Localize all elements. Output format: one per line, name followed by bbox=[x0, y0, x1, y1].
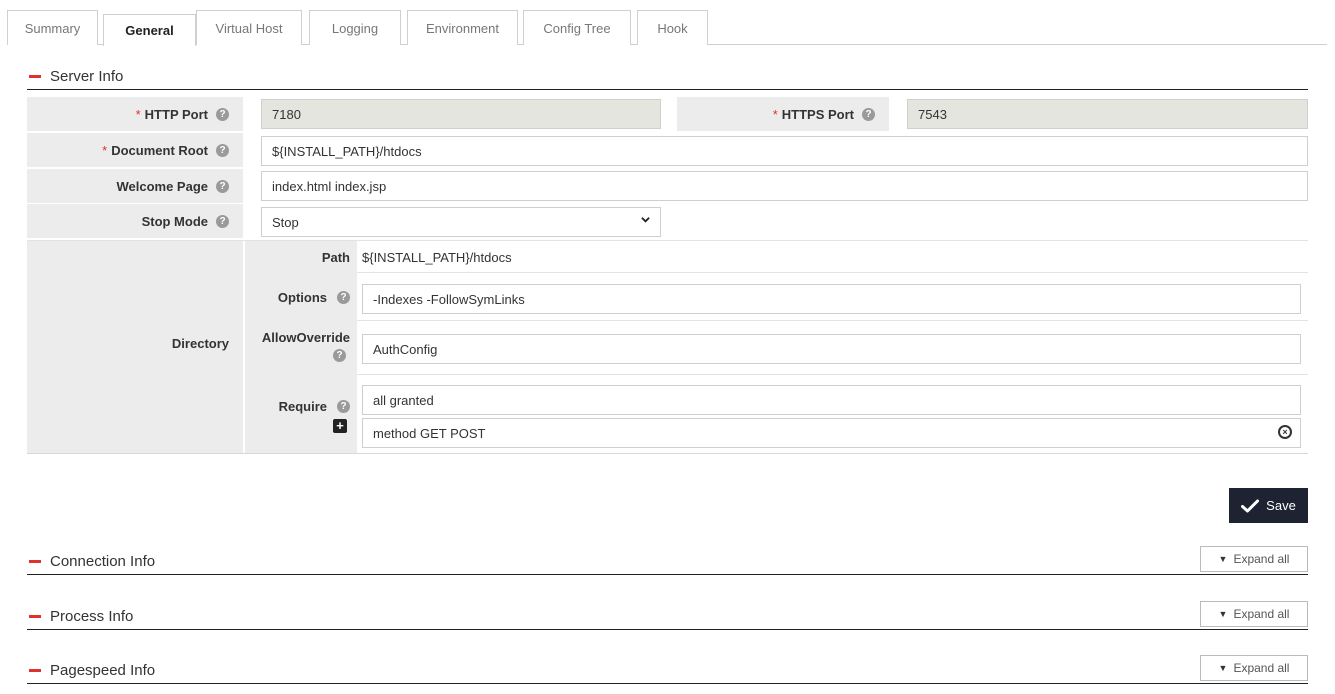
tab-summary[interactable]: Summary bbox=[7, 10, 98, 45]
minus-icon[interactable] bbox=[29, 669, 41, 672]
tab-label: Summary bbox=[24, 20, 81, 36]
process-info-header[interactable]: Process Info ▼ Expand all bbox=[27, 601, 1308, 630]
require-value-2: method GET POST bbox=[373, 425, 486, 441]
divider bbox=[357, 374, 1308, 375]
path-label-text: Path bbox=[321, 249, 350, 265]
directory-label-text: Directory bbox=[171, 335, 229, 351]
chevron-down-icon bbox=[641, 217, 650, 223]
tab-virtual-host[interactable]: Virtual Host bbox=[196, 10, 302, 45]
tab-hook[interactable]: Hook bbox=[637, 10, 708, 45]
section-title: Process Info bbox=[50, 608, 134, 625]
https-port-field: 7543 bbox=[907, 99, 1308, 129]
section-title: Pagespeed Info bbox=[50, 662, 156, 679]
http-port-value: 7180 bbox=[272, 106, 301, 122]
tab-label: General bbox=[125, 23, 174, 38]
question-circle-icon[interactable]: ? bbox=[216, 107, 229, 121]
require-input-2[interactable]: method GET POST bbox=[362, 418, 1301, 448]
required-mark: * bbox=[102, 142, 108, 158]
document-root-input[interactable] bbox=[261, 136, 1308, 166]
chevron-down-icon: ▼ bbox=[1218, 609, 1228, 619]
stop-mode-label: Stop Mode ? bbox=[27, 204, 243, 238]
expand-all-button[interactable]: ▼ Expand all bbox=[1200, 655, 1308, 681]
options-label-text: Options bbox=[277, 289, 327, 305]
allowoverride-input[interactable] bbox=[362, 334, 1301, 364]
required-mark: * bbox=[135, 106, 141, 122]
require-label-text: Require bbox=[278, 398, 327, 414]
remove-require-icon[interactable]: × bbox=[1278, 425, 1292, 439]
expand-all-button[interactable]: ▼ Expand all bbox=[1200, 546, 1308, 572]
allowoverride-label: AllowOverride bbox=[245, 328, 350, 346]
document-root-label-text: Document Root bbox=[111, 142, 208, 158]
question-circle-icon[interactable]: ? bbox=[216, 143, 229, 157]
minus-icon[interactable] bbox=[29, 75, 41, 78]
expand-all-button[interactable]: ▼ Expand all bbox=[1200, 601, 1308, 627]
stop-mode-select[interactable]: Stop bbox=[261, 207, 661, 237]
options-label: Options ? bbox=[245, 284, 350, 310]
document-root-label: * Document Root ? bbox=[27, 133, 243, 167]
https-port-label: * HTTPS Port ? bbox=[677, 97, 889, 131]
expand-all-label: Expand all bbox=[1233, 661, 1290, 675]
tab-logging[interactable]: Logging bbox=[309, 10, 401, 45]
question-circle-icon[interactable]: ? bbox=[337, 399, 350, 413]
tab-bar: Summary General Virtual Host Logging Env… bbox=[7, 10, 1327, 46]
https-port-label-text: HTTPS Port bbox=[781, 106, 854, 122]
section-title: Server Info bbox=[50, 68, 124, 85]
require-label: Require ? bbox=[245, 393, 350, 419]
divider bbox=[357, 320, 1308, 321]
connection-info-header[interactable]: Connection Info ▼ Expand all bbox=[27, 546, 1308, 575]
divider bbox=[27, 453, 1308, 454]
http-port-label-text: HTTP Port bbox=[144, 106, 208, 122]
chevron-down-icon: ▼ bbox=[1218, 554, 1228, 564]
question-circle-icon[interactable]: ? bbox=[333, 349, 346, 362]
save-button[interactable]: Save bbox=[1229, 488, 1308, 523]
tab-label: Logging bbox=[331, 20, 379, 36]
server-info-header[interactable]: Server Info bbox=[27, 64, 1308, 90]
https-port-value: 7543 bbox=[918, 106, 947, 122]
question-circle-icon[interactable]: ? bbox=[216, 214, 229, 228]
chevron-down-icon: ▼ bbox=[1218, 663, 1228, 673]
tab-label: Virtual Host bbox=[215, 20, 283, 36]
check-icon bbox=[1241, 499, 1260, 512]
question-circle-icon[interactable]: ? bbox=[862, 107, 875, 121]
tab-environment[interactable]: Environment bbox=[407, 10, 518, 45]
allowoverride-label-text: AllowOverride bbox=[261, 329, 350, 345]
tab-general[interactable]: General bbox=[103, 14, 196, 46]
save-label: Save bbox=[1266, 498, 1296, 513]
divider bbox=[357, 272, 1308, 273]
path-label: Path bbox=[245, 244, 350, 270]
add-require-button[interactable]: + bbox=[333, 419, 347, 433]
tab-label: Environment bbox=[426, 20, 499, 36]
section-title: Connection Info bbox=[50, 553, 156, 570]
expand-all-label: Expand all bbox=[1233, 607, 1290, 621]
directory-label: Directory bbox=[27, 330, 229, 356]
required-mark: * bbox=[772, 106, 778, 122]
divider bbox=[27, 240, 1308, 241]
welcome-page-label: Welcome Page ? bbox=[27, 169, 243, 203]
stop-mode-value: Stop bbox=[272, 214, 299, 230]
require-input-1[interactable] bbox=[362, 385, 1301, 415]
tab-label: Hook bbox=[657, 20, 688, 36]
http-port-label: * HTTP Port ? bbox=[27, 97, 243, 131]
tab-config-tree[interactable]: Config Tree bbox=[523, 10, 631, 45]
question-circle-icon[interactable]: ? bbox=[216, 179, 229, 193]
expand-all-label: Expand all bbox=[1233, 552, 1290, 566]
welcome-page-label-text: Welcome Page bbox=[116, 178, 208, 194]
stop-mode-label-text: Stop Mode bbox=[141, 213, 208, 229]
tab-label: Config Tree bbox=[543, 20, 611, 36]
http-port-field: 7180 bbox=[261, 99, 661, 129]
minus-icon[interactable] bbox=[29, 560, 41, 563]
minus-icon[interactable] bbox=[29, 615, 41, 618]
path-value: ${INSTALL_PATH}/htdocs bbox=[362, 249, 512, 265]
pagespeed-info-header[interactable]: Pagespeed Info ▼ Expand all bbox=[27, 655, 1308, 684]
question-circle-icon[interactable]: ? bbox=[337, 290, 350, 304]
options-input[interactable] bbox=[362, 284, 1301, 314]
welcome-page-input[interactable] bbox=[261, 171, 1308, 201]
